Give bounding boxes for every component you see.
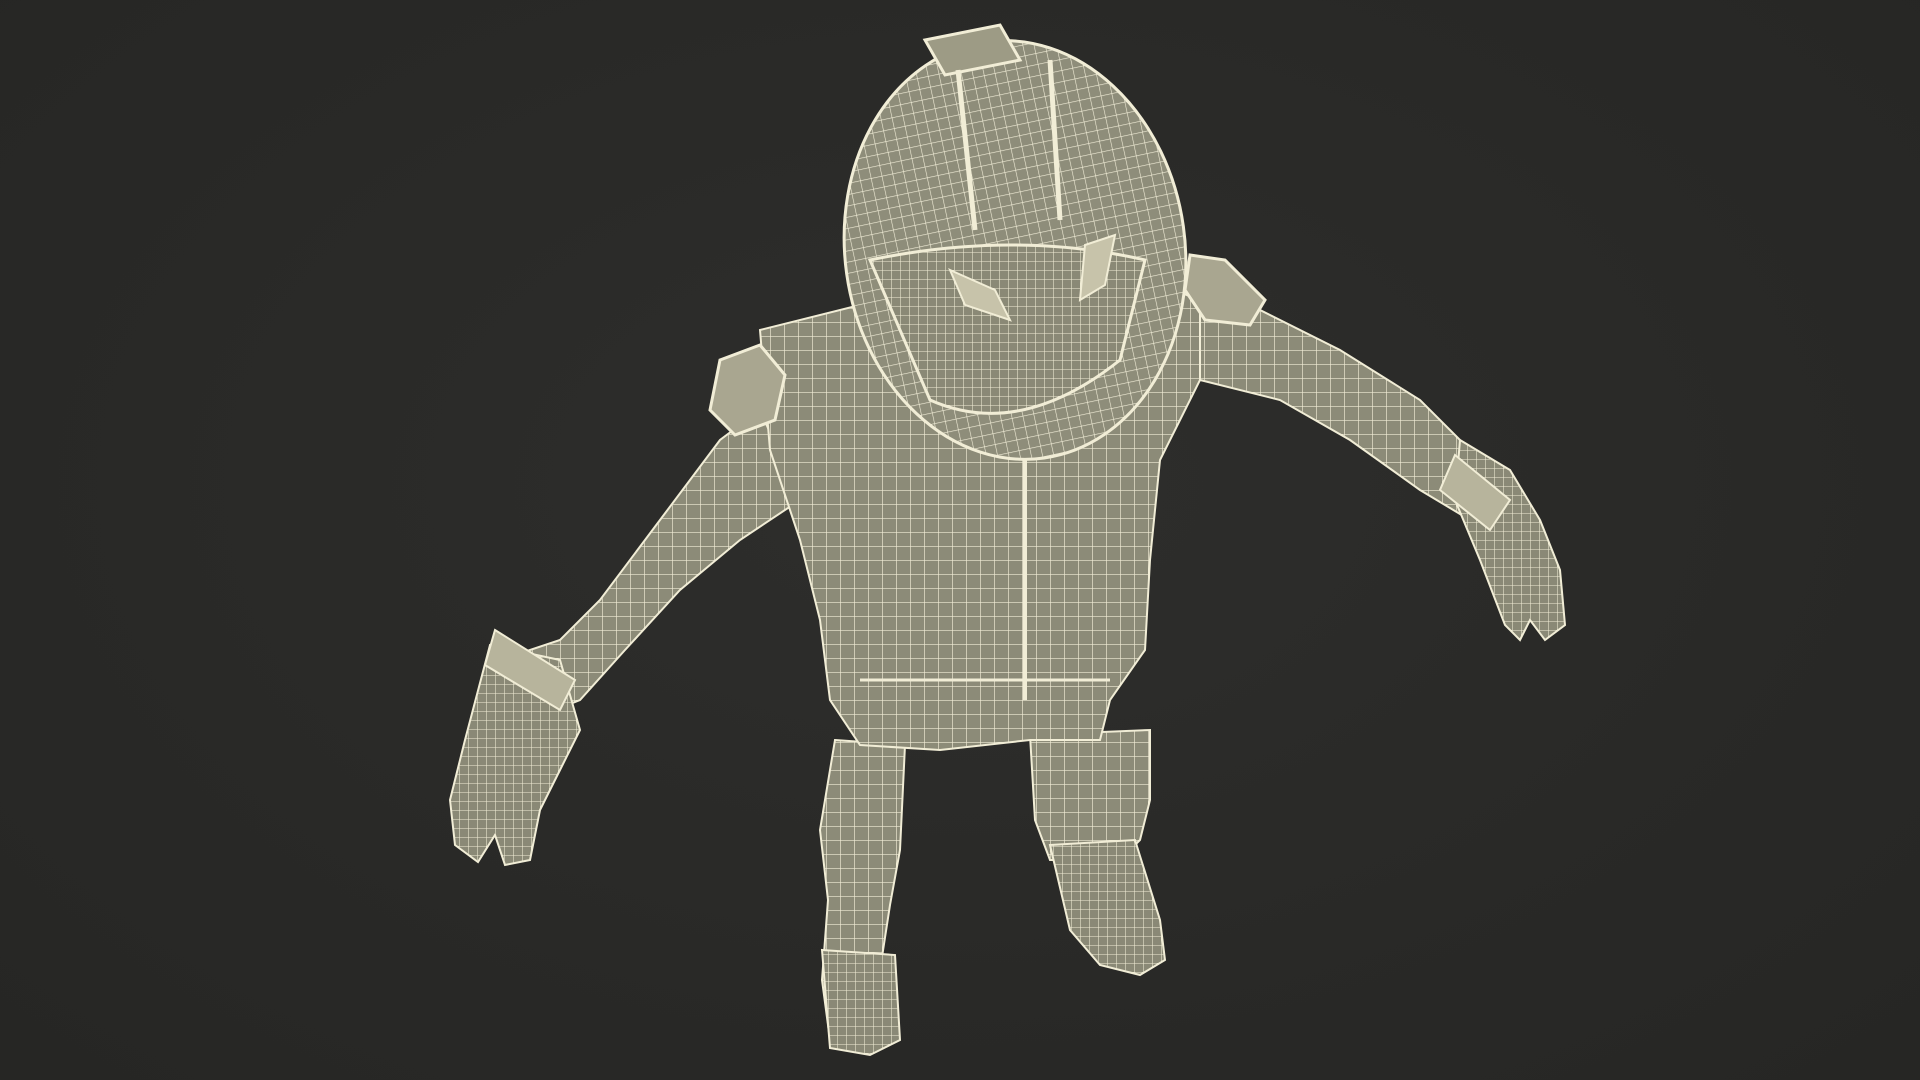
right-arm — [1178, 298, 1567, 642]
render-viewport — [0, 0, 1920, 1080]
wireframe-figure — [448, 23, 1567, 1057]
right-leg — [1028, 728, 1167, 977]
left-leg — [818, 738, 907, 1057]
left-arm — [448, 408, 802, 867]
